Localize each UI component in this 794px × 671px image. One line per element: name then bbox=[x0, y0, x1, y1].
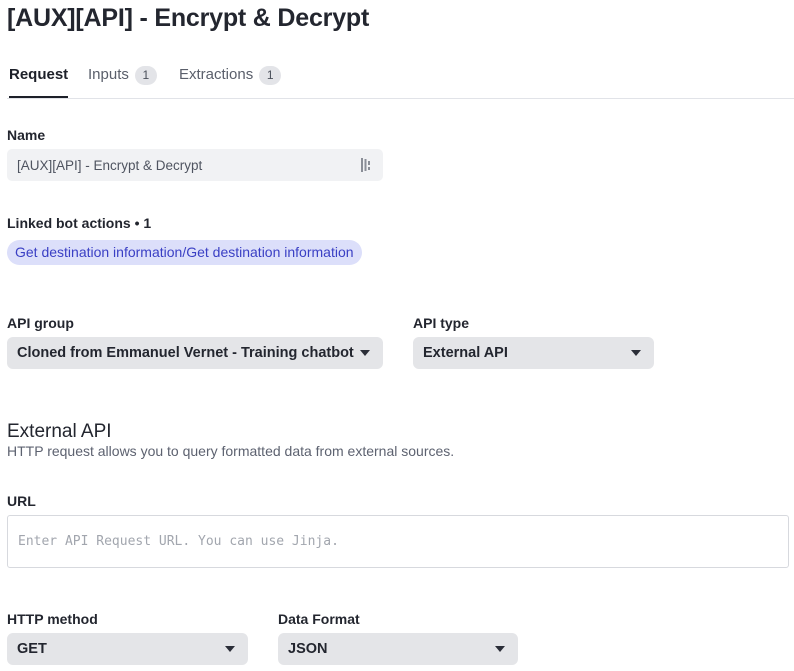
data-format-label: Data Format bbox=[278, 611, 360, 627]
api-group-select[interactable]: Cloned from Emmanuel Vernet - Training c… bbox=[7, 337, 383, 369]
name-field-value: [AUX][API] - Encrypt & Decrypt bbox=[17, 157, 203, 173]
url-input[interactable] bbox=[7, 515, 789, 568]
tab-extractions-count-badge: 1 bbox=[259, 66, 282, 85]
external-api-description: HTTP request allows you to query formatt… bbox=[7, 443, 455, 459]
name-field[interactable]: [AUX][API] - Encrypt & Decrypt bbox=[7, 149, 383, 181]
tab-extractions-label: Extractions bbox=[179, 66, 254, 83]
linked-bot-action-chip[interactable]: Get destination information/Get destinat… bbox=[7, 240, 362, 265]
api-group-value: Cloned from Emmanuel Vernet - Training c… bbox=[17, 345, 354, 361]
data-format-value: JSON bbox=[288, 641, 328, 657]
tab-extractions[interactable]: Extractions 1 bbox=[179, 56, 282, 97]
caret-down-icon bbox=[631, 350, 641, 356]
caret-down-icon bbox=[360, 350, 370, 356]
http-method-select[interactable]: GET bbox=[7, 633, 248, 665]
page-title: [AUX][API] - Encrypt & Decrypt bbox=[7, 4, 370, 32]
tab-inputs-count-badge: 1 bbox=[134, 66, 157, 85]
tab-request-label: Request bbox=[9, 66, 69, 83]
api-type-label: API type bbox=[413, 315, 470, 331]
tab-request[interactable]: Request bbox=[9, 56, 69, 98]
tab-inputs[interactable]: Inputs 1 bbox=[88, 56, 157, 97]
data-format-select[interactable]: JSON bbox=[278, 633, 518, 665]
api-type-value: External API bbox=[423, 345, 508, 361]
url-label: URL bbox=[7, 493, 36, 509]
caret-down-icon bbox=[495, 646, 505, 652]
api-group-label: API group bbox=[7, 315, 74, 331]
name-label: Name bbox=[7, 127, 46, 143]
external-api-heading: External API bbox=[7, 421, 112, 442]
linked-bot-actions-label: Linked bot actions • 1 bbox=[7, 215, 152, 231]
api-type-select[interactable]: External API bbox=[413, 337, 654, 369]
grip-icon bbox=[361, 158, 373, 172]
http-method-value: GET bbox=[17, 641, 47, 657]
caret-down-icon bbox=[225, 646, 235, 652]
http-method-label: HTTP method bbox=[7, 611, 98, 627]
tab-bar: Request Inputs 1 Extractions 1 bbox=[7, 56, 794, 99]
tab-inputs-label: Inputs bbox=[88, 66, 129, 83]
